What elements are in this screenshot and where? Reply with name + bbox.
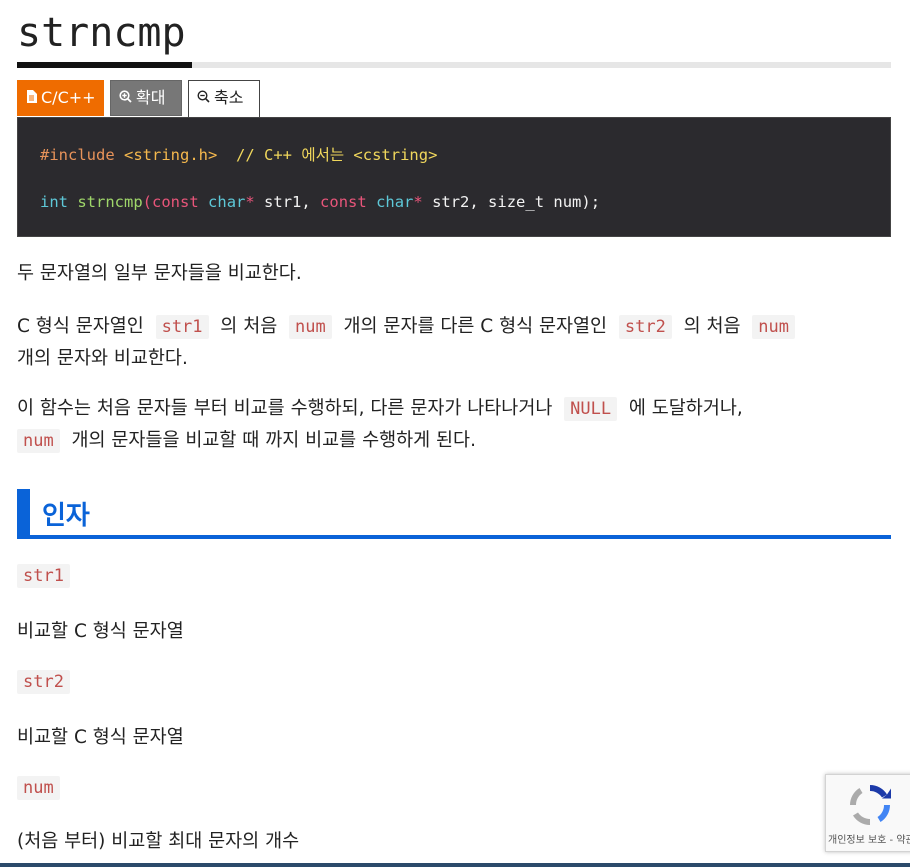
inline-code: str2: [17, 670, 70, 694]
title-underline: [17, 62, 891, 68]
code-type: int: [40, 193, 68, 211]
text: 에 도달하거나,: [628, 398, 743, 419]
code-text: str2, size_t num);: [422, 193, 601, 211]
tab-zoom-out-label: 축소: [214, 88, 244, 107]
text: 개의 문자와 비교한다.: [17, 348, 188, 369]
tab-zoom-out[interactable]: 축소: [188, 80, 260, 118]
text: 개의 문자들을 비교할 때 까지 비교를 수행하게 된다.: [71, 430, 476, 451]
section-bar: [17, 489, 30, 537]
code-header: <string.h>: [124, 146, 218, 164]
code-keyword: const: [320, 193, 367, 211]
params-section-header: 인자: [17, 489, 891, 540]
tab-cpp[interactable]: C/C++: [17, 80, 104, 116]
code-comment: // C++ 에서는 <cstring>: [236, 146, 438, 164]
code-keyword: const: [152, 193, 199, 211]
tab-zoom-in-label: 확대: [136, 88, 166, 107]
recaptcha-footer[interactable]: 개인정보 보호 - 약관: [828, 831, 910, 846]
param-description: 비교할 C 형식 문자열: [17, 621, 184, 642]
code-keyword: char: [376, 193, 414, 211]
inline-code: str2: [618, 315, 672, 339]
text: 개의 문자를 다른 C 형식 문자열인: [343, 316, 608, 337]
description-paragraph: 두 문자열의 일부 문자들을 비교한다.: [17, 263, 302, 284]
description-paragraph: 이 함수는 처음 문자들 부터 비교를 수행하되, 다른 문자가 나타나거나 N…: [17, 393, 897, 457]
document-icon: [26, 82, 37, 116]
inline-code: NULL: [564, 397, 618, 421]
section-title: 인자: [42, 501, 90, 531]
inline-code: num: [17, 429, 60, 453]
text: 의 처음: [683, 316, 741, 337]
param-name: str2: [17, 670, 70, 694]
code-keyword: char: [208, 193, 246, 211]
section-underline: [17, 535, 891, 539]
text: 의 처음: [220, 316, 278, 337]
code-line: #include <string.h> // C++ 에서는 <cstring>: [40, 143, 437, 165]
param-description: (처음 부터) 비교할 최대 문자의 개수: [17, 831, 300, 852]
title-underline-accent: [17, 62, 192, 68]
zoom-out-icon: [197, 82, 210, 116]
zoom-in-icon: [119, 82, 132, 116]
inline-code: num: [17, 776, 60, 800]
code-function-name: strncmp: [77, 193, 143, 211]
inline-code: str1: [17, 564, 70, 588]
text: 이 함수는 처음 문자들 부터 비교를 수행하되, 다른 문자가 나타나거나: [17, 398, 553, 419]
inline-code: num: [752, 315, 796, 339]
code-directive: #include: [40, 146, 115, 164]
inline-code: str1: [155, 315, 209, 339]
code-operator: *: [413, 193, 423, 211]
param-name: str1: [17, 564, 70, 588]
tab-zoom-in[interactable]: 확대: [110, 80, 182, 116]
description-paragraph: C 형식 문자열인 str1 의 처음 num 개의 문자를 다른 C 형식 문…: [17, 311, 897, 375]
page-title: strncmp: [17, 10, 186, 56]
code-block: #include <string.h> // C++ 에서는 <cstring>…: [17, 117, 891, 237]
param-name: num: [17, 776, 60, 800]
code-line: int strncmp(const char* str1, const char…: [40, 193, 600, 211]
recaptcha-badge[interactable]: 개인정보 보호 - 약관: [825, 774, 910, 852]
code-paren: (: [142, 193, 153, 211]
code-operator: *: [245, 193, 255, 211]
inline-code: num: [289, 315, 332, 339]
param-description: 비교할 C 형식 문자열: [17, 727, 184, 748]
bottom-border: [0, 863, 910, 867]
tab-cpp-label: C/C++: [41, 88, 96, 107]
text: C 형식 문자열인: [17, 316, 144, 337]
recaptcha-icon: [846, 781, 894, 833]
code-text: str1,: [254, 193, 311, 211]
